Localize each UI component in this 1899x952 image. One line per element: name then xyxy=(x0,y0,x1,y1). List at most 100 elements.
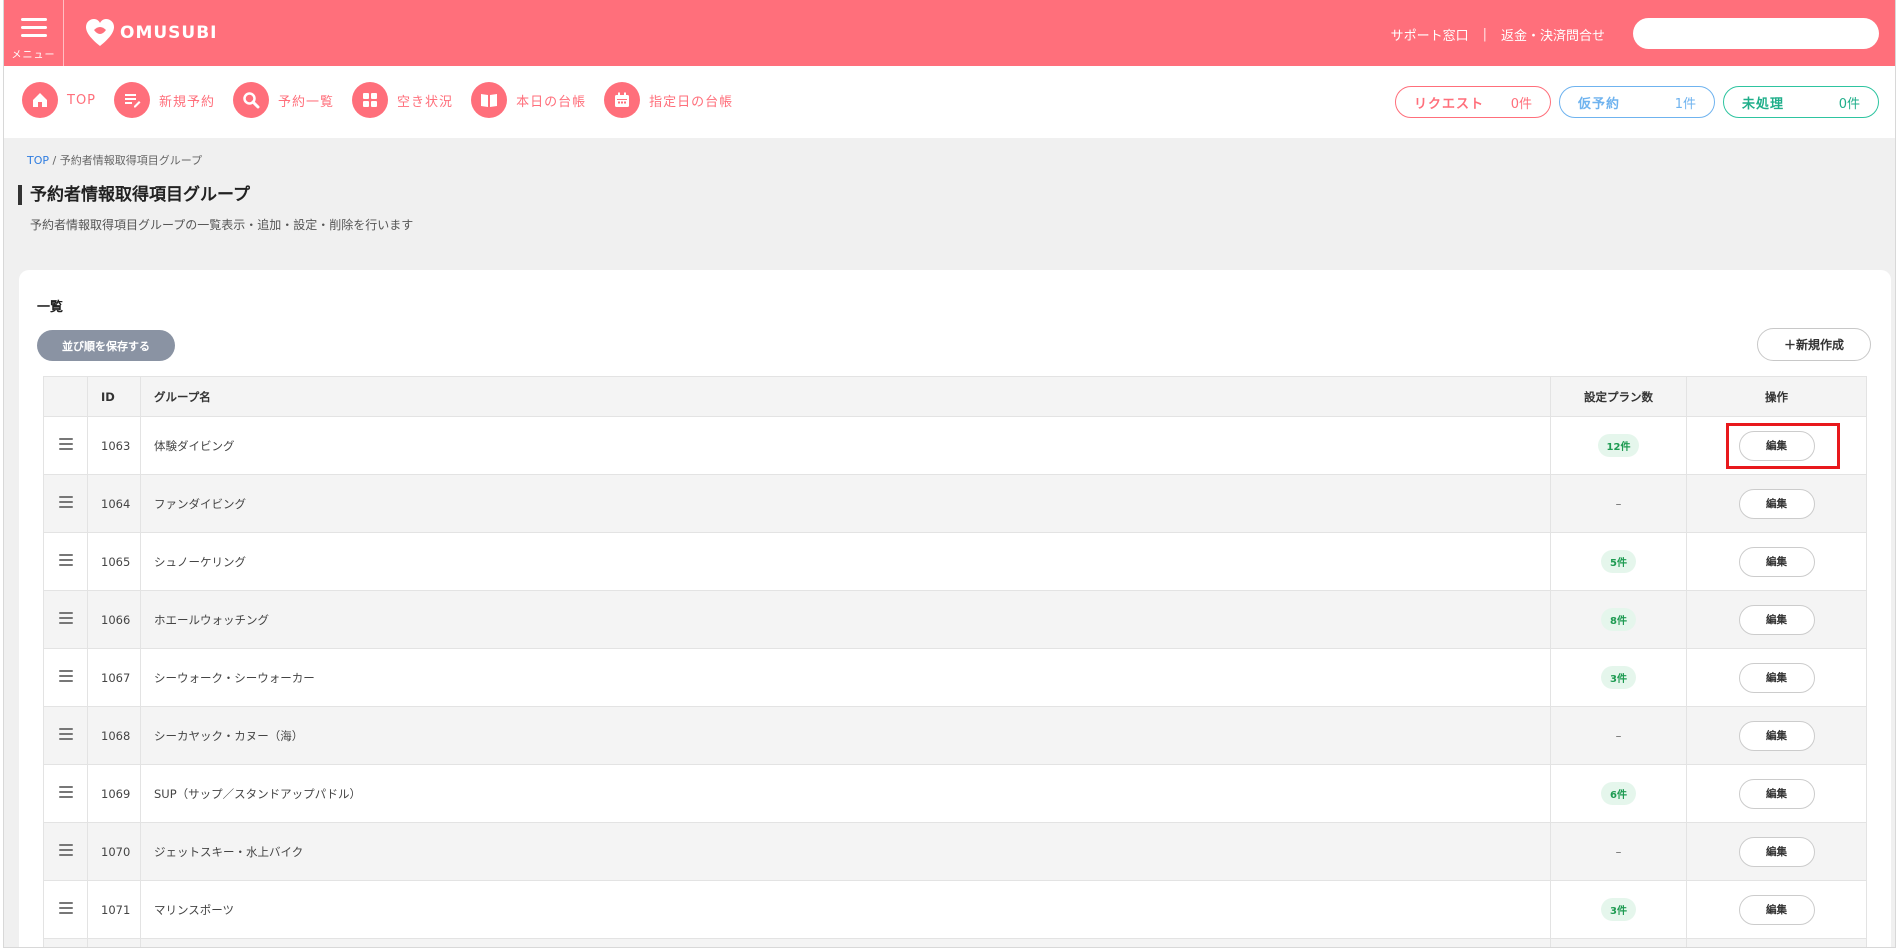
table-row: 1068 シーカヤック・カヌー（海） – 編集 xyxy=(43,706,1867,765)
pill-label: リクエスト xyxy=(1414,96,1485,112)
nav-item-new-reservation[interactable]: 新規予約 xyxy=(114,82,215,118)
top-bar: メニュー OMUSUBI サポート窓口 | 返金・決済問合せ xyxy=(4,0,1895,66)
unprocessed-status-pill[interactable]: 未処理 0件 xyxy=(1723,86,1879,118)
calendar-icon xyxy=(604,82,641,118)
link-separator: | xyxy=(1482,27,1487,42)
plan-count-cell: 6件 xyxy=(1550,764,1687,823)
grid-icon xyxy=(352,82,389,118)
breadcrumb-separator: / xyxy=(52,154,57,167)
operations-cell: 編集 xyxy=(1686,416,1867,475)
drag-cell xyxy=(43,648,88,707)
nav-item-availability[interactable]: 空き状況 xyxy=(352,82,453,118)
search-icon xyxy=(233,82,270,118)
nav-item-date-ledger[interactable]: 指定日の台帳 xyxy=(604,82,733,118)
omusubi-logo-icon xyxy=(86,19,114,46)
plan-count-empty: – xyxy=(1615,496,1622,511)
operations-cell: 編集 xyxy=(1686,590,1867,649)
drag-handle-icon[interactable] xyxy=(58,493,73,511)
table-row xyxy=(43,938,1867,947)
hamburger-icon xyxy=(21,18,47,38)
group-name-cell: マリンスポーツ xyxy=(140,880,1551,939)
group-name-cell xyxy=(140,938,1551,947)
edit-button[interactable]: 編集 xyxy=(1738,430,1815,461)
drag-handle-icon[interactable] xyxy=(58,899,73,917)
refund-inquiry-link[interactable]: 返金・決済問合せ xyxy=(1501,25,1605,44)
page-title: 予約者情報取得項目グループ xyxy=(18,185,250,205)
group-name-cell: シュノーケリング xyxy=(140,532,1551,591)
edit-button[interactable]: 編集 xyxy=(1738,894,1815,925)
menu-button[interactable]: メニュー xyxy=(4,0,64,66)
drag-cell xyxy=(43,590,88,649)
nav-items: TOP 新規予約 予約一覧 空き状況 本日の台帳 指定日の台帳 xyxy=(22,82,751,118)
edit-button[interactable]: 編集 xyxy=(1738,604,1815,635)
create-new-button[interactable]: ＋新規作成 xyxy=(1757,328,1871,361)
drag-handle-icon[interactable] xyxy=(58,435,73,453)
edit-button[interactable]: 編集 xyxy=(1738,836,1815,867)
operations-cell: 編集 xyxy=(1686,822,1867,881)
drag-handle-icon[interactable] xyxy=(58,783,73,801)
group-name-cell: ジェットスキー・水上バイク xyxy=(140,822,1551,881)
edit-button[interactable]: 編集 xyxy=(1738,488,1815,519)
drag-handle-icon[interactable] xyxy=(58,841,73,859)
operations-cell: 編集 xyxy=(1686,706,1867,765)
id-cell: 1066 xyxy=(87,590,141,649)
id-cell: 1070 xyxy=(87,822,141,881)
nav-item-today-ledger[interactable]: 本日の台帳 xyxy=(471,82,586,118)
save-order-button[interactable]: 並び順を保存する xyxy=(37,330,175,361)
plan-count-cell: 12件 xyxy=(1550,416,1687,475)
edit-button[interactable]: 編集 xyxy=(1738,546,1815,577)
nav-label: TOP xyxy=(67,92,97,108)
request-status-pill[interactable]: リクエスト 0件 xyxy=(1395,86,1551,118)
group-name-cell: シーカヤック・カヌー（海） xyxy=(140,706,1551,765)
plan-count-cell: 3件 xyxy=(1550,880,1687,939)
pill-count: 0件 xyxy=(1838,96,1860,112)
id-cell: 1065 xyxy=(87,532,141,591)
drag-handle-icon[interactable] xyxy=(58,551,73,569)
table-row: 1065 シュノーケリング 5件 編集 xyxy=(43,532,1867,591)
breadcrumb-current: 予約者情報取得項目グループ xyxy=(59,154,203,167)
new-reservation-icon xyxy=(114,82,151,118)
drag-handle-icon[interactable] xyxy=(58,609,73,627)
table-row: 1066 ホエールウォッチング 8件 編集 xyxy=(43,590,1867,649)
drag-cell xyxy=(43,764,88,823)
id-cell: 1071 xyxy=(87,880,141,939)
drag-handle-icon[interactable] xyxy=(58,667,73,685)
plan-count-cell: – xyxy=(1550,822,1687,881)
edit-button[interactable]: 編集 xyxy=(1738,720,1815,751)
plan-count-cell: – xyxy=(1550,706,1687,765)
id-cell: 1064 xyxy=(87,474,141,533)
search-input[interactable] xyxy=(1633,18,1879,49)
plan-count-badge: 12件 xyxy=(1597,434,1640,457)
edit-button[interactable]: 編集 xyxy=(1738,778,1815,809)
drag-cell xyxy=(43,706,88,765)
list-title: 一覧 xyxy=(37,300,64,315)
plan-count-empty: – xyxy=(1615,844,1622,859)
tentative-status-pill[interactable]: 仮予約 1件 xyxy=(1559,86,1715,118)
drag-cell xyxy=(43,822,88,881)
edit-button[interactable]: 編集 xyxy=(1738,662,1815,693)
drag-handle-icon[interactable] xyxy=(58,725,73,743)
nav-item-reservation-list[interactable]: 予約一覧 xyxy=(233,82,334,118)
logo[interactable]: OMUSUBI xyxy=(84,18,218,48)
id-cell xyxy=(87,938,141,947)
pill-label: 未処理 xyxy=(1742,96,1785,112)
operations-cell: 編集 xyxy=(1686,648,1867,707)
drag-column-header xyxy=(43,376,88,417)
breadcrumb-home-link[interactable]: TOP xyxy=(27,154,49,167)
table-row: 1064 ファンダイビング – 編集 xyxy=(43,474,1867,533)
id-column-header: ID xyxy=(87,376,141,417)
top-links: サポート窓口 | 返金・決済問合せ xyxy=(1391,25,1605,44)
table-row: 1063 体験ダイビング 12件 編集 xyxy=(43,416,1867,475)
nav-bar: TOP 新規予約 予約一覧 空き状況 本日の台帳 指定日の台帳 リクエスト 0件… xyxy=(4,66,1895,138)
pill-count: 0件 xyxy=(1510,96,1532,112)
pill-label: 仮予約 xyxy=(1578,96,1621,112)
table-row: 1067 シーウォーク・シーウォーカー 3件 編集 xyxy=(43,648,1867,707)
operations-cell: 編集 xyxy=(1686,532,1867,591)
support-link[interactable]: サポート窓口 xyxy=(1391,25,1469,44)
group-name-cell: ファンダイビング xyxy=(140,474,1551,533)
table-row: 1070 ジェットスキー・水上バイク – 編集 xyxy=(43,822,1867,881)
nav-item-top[interactable]: TOP xyxy=(22,82,96,118)
plan-count-cell xyxy=(1550,938,1687,947)
status-pills: リクエスト 0件 仮予約 1件 未処理 0件 xyxy=(1395,86,1879,118)
group-name-cell: 体験ダイビング xyxy=(140,416,1551,475)
